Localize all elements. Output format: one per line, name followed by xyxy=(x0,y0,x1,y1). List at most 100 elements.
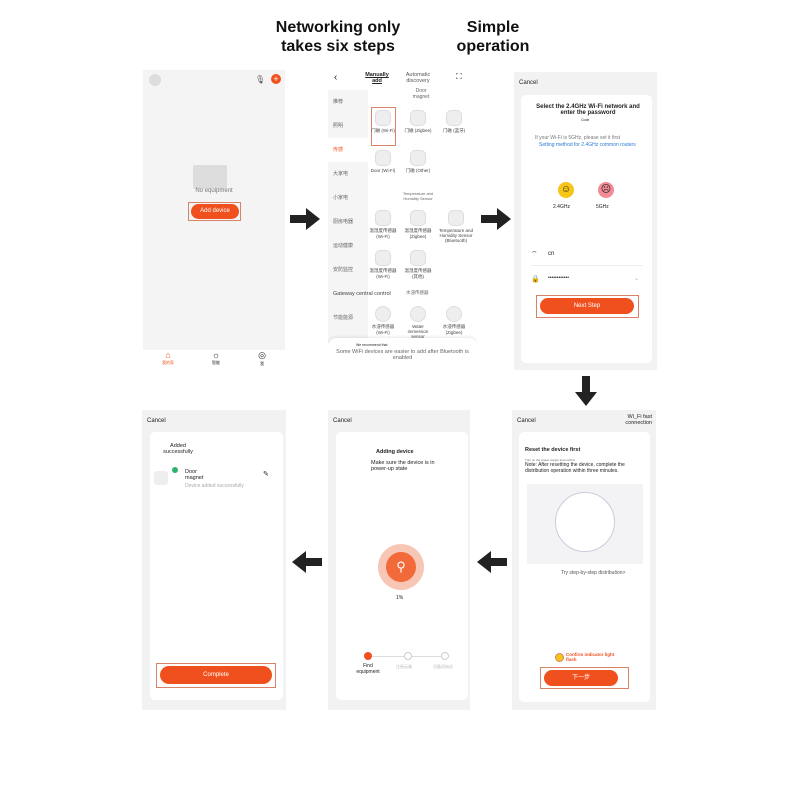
wifi-icon: ⌔ xyxy=(531,251,538,258)
step-label: 设备初始化 xyxy=(433,664,453,669)
bluetooth-toast: We recommend that Some WiFi devices are … xyxy=(328,338,477,370)
lock-icon: 🔒 xyxy=(531,276,540,283)
wifi-hint: If your Wi-Fi is 5GHz, please set it fir… xyxy=(535,135,621,141)
category-item[interactable]: 运动健康 xyxy=(328,234,368,258)
category-item[interactable]: 安防监控 xyxy=(328,258,368,282)
category-item[interactable]: 节能能源 xyxy=(328,306,368,330)
panel-add-device: ‹ Manually add Automatic discovery ⛶ 推荐 … xyxy=(328,70,477,370)
category-sidebar: 推荐 照明 传感 大家电 小家电 厨房电器 运动健康 安防监控 Gateway … xyxy=(328,90,391,350)
toast-text: Some WiFi devices are easier to add afte… xyxy=(336,349,469,361)
device-item[interactable]: 门磁 (Zigbee) xyxy=(403,110,433,134)
mode-label[interactable]: Wi_Fi fast connection xyxy=(612,414,652,426)
step-icon xyxy=(441,652,449,660)
device-item[interactable]: Temperature and Humidity Sensor (Bluetoo… xyxy=(436,210,476,243)
device-item[interactable]: 门磁 (Other) xyxy=(403,150,433,174)
tab-automatic-discovery[interactable]: Automatic discovery xyxy=(400,72,436,84)
device-item[interactable]: 温湿度传感器 (Wi-Fi) xyxy=(368,250,398,279)
ssid-field[interactable]: cn xyxy=(548,251,554,257)
device-item[interactable]: 温湿度传感器 (Wi-Fi) xyxy=(368,210,398,239)
device-item[interactable]: Door (Wi-Fi) xyxy=(368,150,398,173)
door-magnet-icon xyxy=(154,471,168,485)
edit-icon[interactable]: ✎ xyxy=(263,470,269,478)
cancel-button[interactable]: Cancel xyxy=(519,80,538,86)
tab-home[interactable]: ⌂ 我的家 xyxy=(162,350,174,372)
category-item[interactable]: 厨房电器 xyxy=(328,210,368,234)
device-item[interactable]: 温湿度传感器 (Zigbee) xyxy=(403,210,433,239)
chevron-down-icon[interactable]: ⌄ xyxy=(634,275,639,282)
device-item[interactable]: 水浸传感器 (Zigbee) xyxy=(439,306,469,335)
band-24: 2.4GHz xyxy=(553,204,570,210)
tab-smart[interactable]: ☼ 智能 xyxy=(212,350,220,372)
step-label: Find equipment xyxy=(356,663,380,675)
section-door-magnet: Door magnet xyxy=(412,88,430,100)
arrow-down-icon xyxy=(575,376,597,406)
arrow-right-icon xyxy=(290,208,320,230)
gear-icon: ☼ xyxy=(211,350,221,360)
category-item[interactable]: 照明 xyxy=(328,114,368,138)
success-title: Added successfully xyxy=(163,443,193,455)
cancel-button[interactable]: Cancel xyxy=(147,418,166,424)
category-item[interactable]: 推荐 xyxy=(328,90,368,114)
password-field[interactable]: •••••••••••• xyxy=(548,275,569,281)
adding-title: Adding device xyxy=(376,449,414,455)
smile-icon: ☺ xyxy=(558,182,574,198)
back-icon[interactable]: ‹ xyxy=(334,72,337,83)
step-label: 注册云端 xyxy=(396,664,412,669)
device-illustration xyxy=(527,484,643,564)
device-item[interactable]: 门磁 (Wi-Fi) xyxy=(368,110,398,134)
empty-box-icon xyxy=(193,165,227,189)
cancel-button[interactable]: Cancel xyxy=(333,418,352,424)
user-icon: ◎ xyxy=(258,350,266,360)
section-temp-humidity: Temperature and Humidity Sensor xyxy=(402,191,434,201)
band-5: 5GHz xyxy=(596,204,609,210)
device-status: Device added successfully xyxy=(185,483,244,489)
category-item[interactable]: 大家电 xyxy=(328,162,368,186)
progress-percent: 1% xyxy=(396,595,404,601)
device-item[interactable]: 温湿度传感器 (其他) xyxy=(403,250,433,280)
bottom-tabbar: ⌂ 我的家 ☼ 智能 ◎ 我 xyxy=(143,350,285,372)
panel-reset: Cancel Wi_Fi fast connection Reset the d… xyxy=(512,410,656,710)
confirm-label: Confirm indicator light flash xyxy=(566,652,615,662)
arrow-right-icon xyxy=(481,208,511,230)
mic-icon[interactable]: 🎙 xyxy=(255,75,265,84)
device-name: Door magnet xyxy=(185,469,204,481)
panel-adding: Cancel Adding device Make sure the devic… xyxy=(328,410,470,710)
adding-subtitle: Make sure the device is in power-up stat… xyxy=(371,460,435,472)
category-item[interactable]: 小家电 xyxy=(328,186,368,210)
step-icon-active xyxy=(364,652,372,660)
device-item[interactable]: 门磁 (蓝牙) xyxy=(439,110,469,134)
device-item[interactable]: 水浸传感器 (Wi-Fi) xyxy=(368,306,398,335)
header-simple: Simple operation xyxy=(456,19,530,55)
scan-icon[interactable]: ⛶ xyxy=(456,72,462,82)
next-step-button[interactable]: Next Step xyxy=(540,298,634,314)
arrow-left-icon xyxy=(292,551,322,573)
check-icon xyxy=(172,467,178,473)
reset-note: Note: After resetting the device, comple… xyxy=(525,462,625,474)
empty-text: No equipment xyxy=(195,188,233,194)
section-water: 水浸传感器 xyxy=(406,290,429,295)
tab-me[interactable]: ◎ 我 xyxy=(258,350,266,372)
search-icon: ⚲ xyxy=(386,552,416,582)
step-by-step-link[interactable]: Try step-by-step distribution> xyxy=(561,570,625,576)
next-button[interactable]: 下一步 xyxy=(544,670,618,686)
reset-title: Reset the device first xyxy=(525,447,581,453)
device-item[interactable]: Water immersion sensor xyxy=(403,306,433,339)
complete-button[interactable]: Complete xyxy=(160,666,272,684)
category-item[interactable]: Gateway central control xyxy=(328,282,391,306)
panel-wifi: Cancel Select the 2.4GHz Wi-Fi network a… xyxy=(514,72,657,370)
tab-manually-add[interactable]: Manually add xyxy=(364,72,390,84)
arrow-left-icon xyxy=(477,551,507,573)
avatar[interactable] xyxy=(149,74,161,86)
plus-icon[interactable]: + xyxy=(271,74,281,84)
step-icon xyxy=(404,652,412,660)
add-device-button[interactable]: Add device xyxy=(191,204,239,219)
confirm-checkbox[interactable] xyxy=(555,653,564,662)
header-networking: Networking only takes six steps xyxy=(275,19,401,55)
router-help-link[interactable]: Setting method for 2.4GHz common routers xyxy=(539,142,636,148)
cancel-button[interactable]: Cancel xyxy=(517,418,536,424)
wifi-title: Select the 2.4GHz Wi-Fi network and ente… xyxy=(536,104,640,116)
category-item[interactable]: 传感 xyxy=(328,138,368,162)
progress-ring: ⚲ xyxy=(378,544,424,590)
home-icon: ⌂ xyxy=(165,350,171,360)
panel-home: 🎙 + No equipment Add device ⌂ 我的家 ☼ 智能 ◎ 我 xyxy=(143,70,285,372)
